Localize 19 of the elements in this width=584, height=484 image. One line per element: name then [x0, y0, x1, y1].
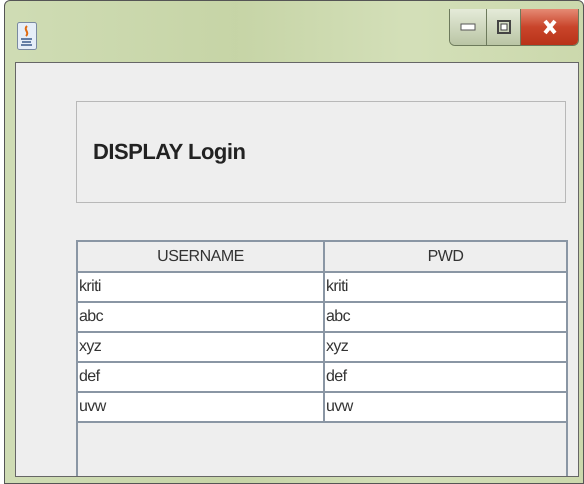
table-cell: xyz [78, 333, 323, 363]
table-cell: kriti [78, 273, 323, 303]
minimize-button[interactable] [450, 9, 486, 45]
table-cell: uvw [78, 393, 323, 423]
close-button[interactable] [520, 9, 578, 45]
app-icon [17, 22, 37, 50]
maximize-icon [496, 20, 510, 34]
maximize-button[interactable] [486, 9, 520, 45]
table-cell: def [78, 363, 323, 393]
close-icon [542, 19, 558, 35]
table-cell: def [323, 363, 566, 393]
table-cell: uvw [323, 393, 566, 423]
table-cell: abc [323, 303, 566, 333]
heading: DISPLAY Login [93, 139, 246, 165]
column-header[interactable]: PWD [323, 242, 566, 273]
table-cell: kriti [323, 273, 566, 303]
table-cell: abc [78, 303, 323, 333]
minimize-icon [460, 23, 476, 31]
table-cell: xyz [323, 333, 566, 363]
